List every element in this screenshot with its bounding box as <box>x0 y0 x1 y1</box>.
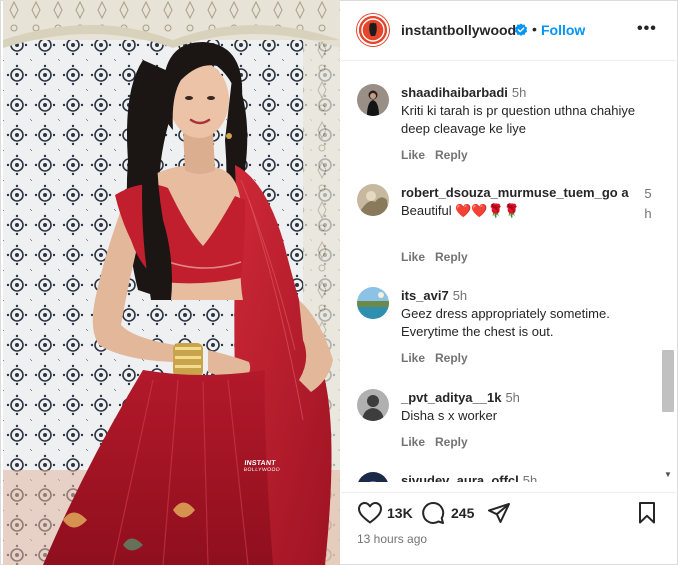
comment-text: Disha s x worker <box>401 408 498 423</box>
header-separator: • <box>532 21 537 37</box>
comment-actions: Like Reply <box>401 351 478 365</box>
comment-body: shaadihaibarbadi 5h Kriti ki tarah is pr … <box>401 84 641 138</box>
comment-text: Geez dress appropriately sometime. Every… <box>401 306 610 339</box>
likes-count[interactable]: 13K <box>387 505 413 521</box>
comment-time[interactable]: 5h <box>523 473 537 482</box>
comment-like-button[interactable]: Like <box>401 148 425 162</box>
comment-username[interactable]: its_avi7 <box>401 288 449 303</box>
commenter-avatar[interactable] <box>357 287 389 319</box>
comment-like-button[interactable]: Like <box>401 250 425 264</box>
post-details-panel: instantbollywood • Follow ••• shaadihaib… <box>341 0 678 565</box>
comment-body: _pvt_aditya__1k 5h Disha s x worker <box>401 389 641 425</box>
watermark-line-2: BOLLYWOOD <box>243 467 281 473</box>
avatar-photo-icon <box>357 84 389 116</box>
comment-time[interactable]: 5 h <box>643 184 653 224</box>
post-action-bar: 13K 245 <box>341 492 678 532</box>
commenter-avatar[interactable] <box>357 184 389 216</box>
avatar-photo-icon <box>357 287 389 319</box>
comment-username[interactable]: robert_dsouza_murmuse_tuem_go a <box>401 185 629 200</box>
post-photo <box>3 0 340 565</box>
commenter-avatar[interactable] <box>357 472 389 482</box>
comment-time[interactable]: 5h <box>512 85 526 100</box>
share-icon[interactable] <box>487 501 511 525</box>
comment-reply-button[interactable]: Reply <box>435 148 468 162</box>
follow-button[interactable]: Follow <box>541 22 585 38</box>
watermark-line-1: INSTANT <box>244 460 276 467</box>
comment-actions: Like Reply <box>401 250 478 264</box>
account-username[interactable]: instantbollywood <box>401 22 516 38</box>
comments-list[interactable]: shaadihaibarbadi 5h Kriti ki tarah is pr … <box>341 62 666 482</box>
comment-time[interactable]: 5h <box>453 288 467 303</box>
comment-time[interactable]: 5h <box>505 390 519 405</box>
comment-actions: Like Reply <box>401 148 478 162</box>
heart-icon[interactable] <box>357 501 383 525</box>
comments-scrollbar-track[interactable] <box>663 62 675 482</box>
post-timestamp[interactable]: 13 hours ago <box>357 532 427 546</box>
comments-count[interactable]: 245 <box>451 505 474 521</box>
account-avatar[interactable] <box>357 14 389 46</box>
comment-text: Beautiful ❤️❤️🌹🌹 <box>401 203 520 218</box>
comment-reply-button[interactable]: Reply <box>435 250 468 264</box>
more-options-icon[interactable]: ••• <box>637 20 657 38</box>
verified-badge-icon <box>514 23 528 36</box>
comment-username[interactable]: sivudev_aura_offcl <box>401 473 519 482</box>
comment-like-button[interactable]: Like <box>401 435 425 449</box>
commenter-avatar[interactable] <box>357 389 389 421</box>
comment-body: sivudev_aura_offcl 5h <box>401 472 641 482</box>
comment-body: robert_dsouza_murmuse_tuem_go a Beautifu… <box>401 184 641 220</box>
avatar-photo-icon <box>357 184 389 216</box>
comment-icon[interactable] <box>421 501 445 525</box>
post-header: instantbollywood • Follow ••• <box>341 0 678 61</box>
avatar-photo-icon <box>357 472 389 482</box>
bookmark-icon[interactable] <box>637 501 657 525</box>
scroll-down-arrow-icon[interactable]: ▼ <box>662 470 674 480</box>
commenter-avatar[interactable] <box>357 84 389 116</box>
post-image[interactable]: INSTANT BOLLYWOOD <box>3 0 340 565</box>
comment-body: its_avi7 5h Geez dress appropriately some… <box>401 287 641 341</box>
comment-like-button[interactable]: Like <box>401 351 425 365</box>
comment-username[interactable]: shaadihaibarbadi <box>401 85 508 100</box>
comment-actions: Like Reply <box>401 435 478 449</box>
instant-bollywood-logo-icon <box>359 16 387 44</box>
comment-reply-button[interactable]: Reply <box>435 435 468 449</box>
comment-text: Kriti ki tarah is pr question uthna chah… <box>401 103 636 136</box>
comment-username[interactable]: _pvt_aditya__1k <box>401 390 501 405</box>
instant-bollywood-watermark: INSTANT BOLLYWOOD <box>243 460 281 474</box>
avatar-photo-icon <box>357 389 389 421</box>
comments-scrollbar-thumb[interactable] <box>662 350 674 412</box>
comment-reply-button[interactable]: Reply <box>435 351 468 365</box>
